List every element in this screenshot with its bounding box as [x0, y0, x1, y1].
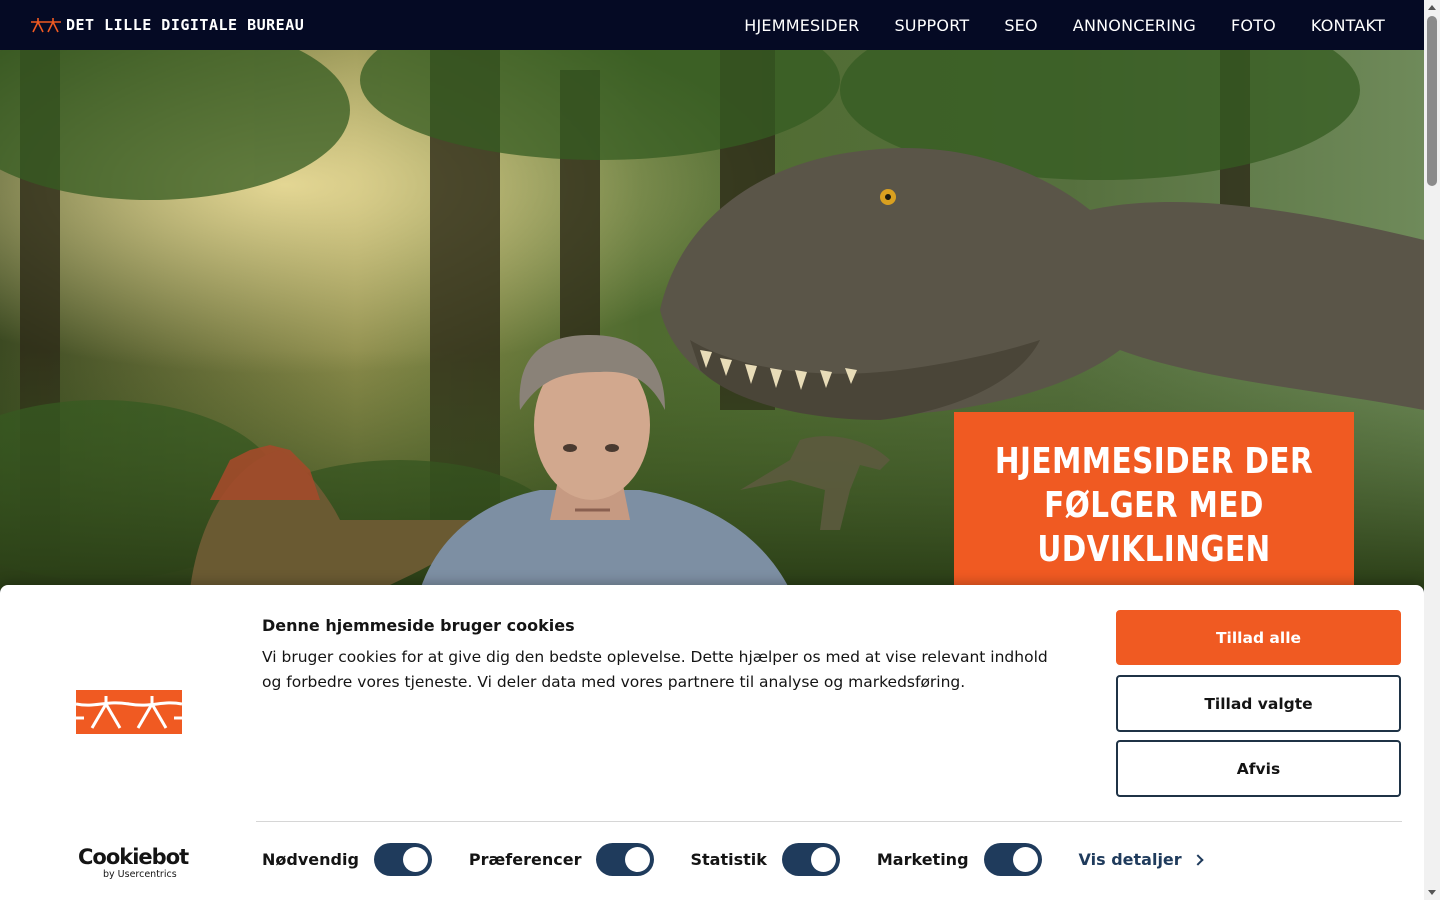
nav-foto[interactable]: FOTO — [1231, 16, 1276, 35]
hero-section: HJEMMESIDER DER FØLGER MED UDVIKLINGEN — [0, 50, 1424, 590]
company-logo-icon — [76, 690, 182, 734]
cookiebot-sub: by Usercentrics — [103, 869, 177, 880]
cookiebot-logo[interactable]: Cookiebot by Usercentrics — [78, 845, 189, 880]
cookie-title: Denne hjemmeside bruger cookies — [262, 616, 575, 635]
statistics-switch[interactable] — [781, 843, 840, 876]
nav-annoncering[interactable]: ANNONCERING — [1073, 16, 1196, 35]
nav-seo[interactable]: SEO — [1004, 16, 1037, 35]
allow-all-button[interactable]: Tillad alle — [1116, 610, 1401, 665]
toggle-marketing: Marketing — [877, 843, 1042, 876]
nav-kontakt[interactable]: KONTAKT — [1311, 16, 1385, 35]
toggle-preferences: Præferencer — [469, 843, 655, 876]
brand-logo-icon — [31, 18, 61, 33]
site-header: DET LILLE DIGITALE BUREAU HJEMMESIDER SU… — [0, 0, 1424, 50]
nav-support[interactable]: SUPPORT — [894, 16, 969, 35]
reject-button[interactable]: Afvis — [1116, 740, 1401, 797]
necessary-switch[interactable] — [373, 843, 432, 876]
consent-toggles: Nødvendig Præferencer Statistik Marketin… — [262, 843, 1204, 876]
cookie-banner: Denne hjemmeside bruger cookies Vi bruge… — [0, 585, 1424, 900]
details-label: Vis detaljer — [1078, 850, 1182, 869]
brand[interactable]: DET LILLE DIGITALE BUREAU — [30, 16, 304, 34]
scroll-thumb[interactable] — [1427, 16, 1437, 186]
toggle-label: Præferencer — [468, 850, 582, 869]
hero-headline-card: HJEMMESIDER DER FØLGER MED UDVIKLINGEN — [954, 412, 1354, 590]
cookiebot-name: Cookiebot — [78, 845, 189, 869]
marketing-switch[interactable] — [983, 843, 1042, 876]
nav-hjemmesider[interactable]: HJEMMESIDER — [744, 16, 859, 35]
scroll-down-icon[interactable] — [1428, 890, 1436, 895]
page-scrollbar[interactable] — [1424, 0, 1440, 900]
toggle-label: Marketing — [876, 850, 969, 869]
allow-selected-button[interactable]: Tillad valgte — [1116, 675, 1401, 732]
brand-name: DET LILLE DIGITALE BUREAU — [66, 16, 305, 34]
preferences-switch[interactable] — [596, 843, 655, 876]
toggle-necessary: Nødvendig — [262, 843, 432, 876]
toggle-label: Nødvendig — [262, 850, 359, 869]
divider — [256, 821, 1402, 822]
toggle-statistics: Statistik — [690, 843, 840, 876]
hero-title: HJEMMESIDER DER FØLGER MED UDVIKLINGEN — [994, 441, 1314, 570]
show-details-link[interactable]: Vis detaljer — [1078, 850, 1204, 869]
main-nav: HJEMMESIDER SUPPORT SEO ANNONCERING FOTO… — [744, 16, 1385, 35]
toggle-label: Statistik — [690, 850, 767, 869]
scroll-up-icon[interactable] — [1428, 5, 1436, 10]
cookie-description: Vi bruger cookies for at give dig den be… — [262, 648, 1048, 691]
chevron-right-icon — [1192, 854, 1204, 866]
